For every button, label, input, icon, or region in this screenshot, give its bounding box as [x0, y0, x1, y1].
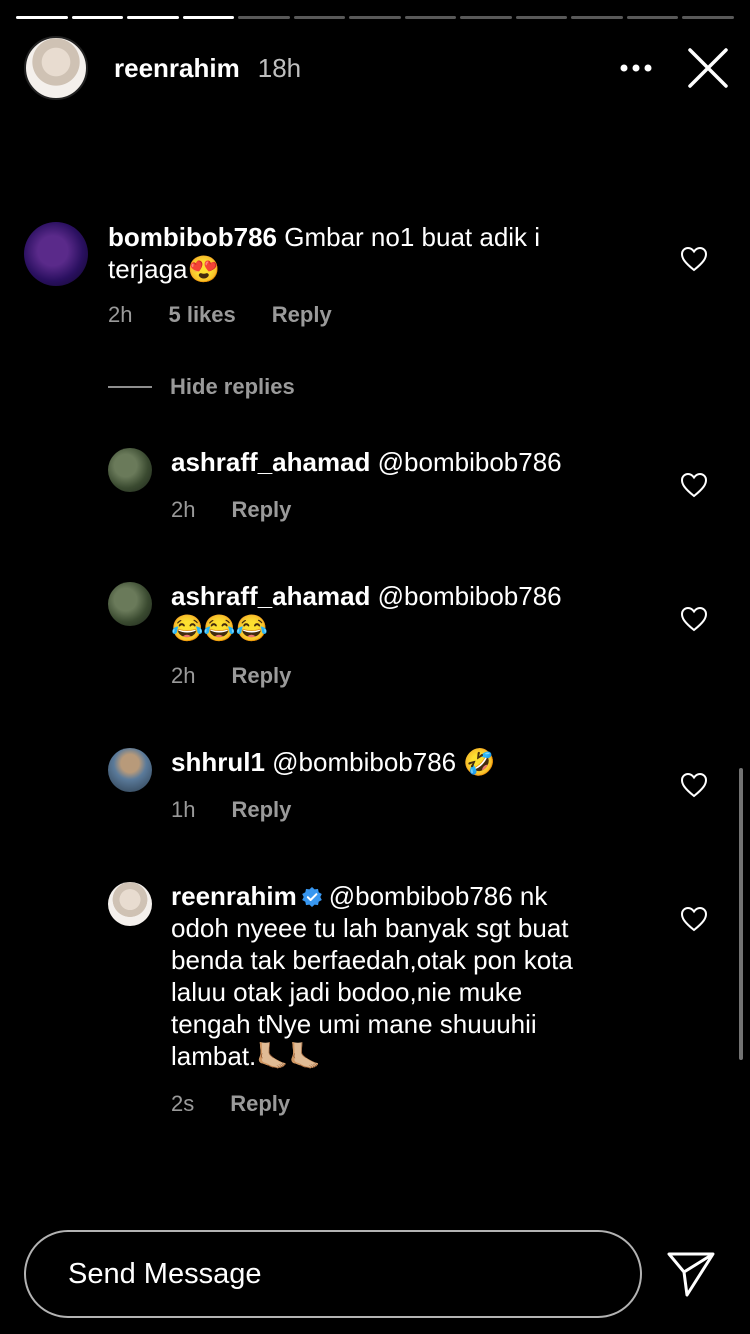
progress-segment	[127, 16, 179, 19]
progress-segment	[515, 16, 568, 19]
reply-text: shhrul1 @bombibob786 🤣	[171, 746, 651, 778]
progress-segment	[682, 16, 734, 19]
progress-segment	[71, 16, 124, 19]
avatar[interactable]	[108, 582, 152, 626]
comment-time: 2h	[108, 302, 133, 327]
heart-outline-icon[interactable]	[680, 772, 708, 798]
reply-body[interactable]: @bombibob786 🤣	[272, 747, 496, 777]
progress-segment	[349, 16, 401, 19]
comment-username[interactable]: bombibob786	[108, 222, 277, 252]
divider-line	[108, 386, 152, 388]
send-icon[interactable]	[666, 1249, 716, 1299]
progress-segment	[293, 16, 346, 19]
reply-button[interactable]: Reply	[231, 497, 291, 523]
story-progress-bar	[16, 16, 734, 20]
reply-body[interactable]: @bombibob786	[378, 447, 562, 477]
reply-time: 2h	[171, 497, 196, 522]
progress-segment	[182, 16, 235, 19]
reply-time: 2s	[171, 1091, 195, 1116]
reply-meta: 2h Reply	[171, 497, 291, 523]
reply-meta: 2s Reply	[171, 1091, 290, 1117]
reply-body-line: lambat.🦶🏼🦶🏼	[171, 1041, 322, 1071]
heart-outline-icon[interactable]	[680, 606, 708, 632]
progress-segment	[238, 16, 290, 19]
progress-segment	[626, 16, 679, 19]
comment-meta: 2h 5 likes Reply	[108, 302, 332, 328]
verified-badge-icon	[301, 887, 322, 907]
heart-outline-icon[interactable]	[680, 906, 708, 932]
reply-username[interactable]: ashraff_ahamad	[171, 447, 370, 477]
reply-text: ashraff_ahamad @bombibob786	[171, 446, 651, 478]
reply-meta: 1h Reply	[171, 797, 291, 823]
comment-body-line: terjaga😍	[108, 254, 220, 284]
story-username[interactable]: reenrahim	[114, 53, 240, 84]
comment-text: bombibob786 Gmbar no1 buat adik i terjag…	[108, 221, 648, 285]
reply-username[interactable]: shhrul1	[171, 747, 265, 777]
send-message-input[interactable]	[24, 1230, 642, 1318]
avatar[interactable]	[108, 448, 152, 492]
reply-time: 2h	[171, 663, 196, 688]
avatar[interactable]	[108, 748, 152, 792]
reply-emoji: 😂😂😂	[171, 613, 269, 643]
story-avatar[interactable]	[24, 36, 88, 100]
reply-username[interactable]: reenrahim	[171, 881, 297, 911]
reply-body[interactable]: @bombibob786 nk	[329, 881, 548, 911]
reply-text: reenrahim @bombibob786 nk odoh nyeee tu l…	[171, 880, 651, 1072]
reply-text: ashraff_ahamad @bombibob786 😂😂😂	[171, 580, 651, 644]
reply-time: 1h	[171, 797, 196, 822]
reply-username[interactable]: ashraff_ahamad	[171, 581, 370, 611]
reply-button[interactable]: Reply	[272, 302, 332, 328]
progress-segment	[460, 16, 512, 19]
reply-body-line: laluu otak jadi bodoo,nie muke	[171, 977, 523, 1007]
heart-outline-icon[interactable]	[680, 246, 708, 272]
reply-meta: 2h Reply	[171, 663, 291, 689]
comment-likes[interactable]: 5 likes	[168, 302, 235, 328]
close-icon[interactable]	[686, 46, 730, 90]
hide-replies-button[interactable]: Hide replies	[108, 374, 295, 400]
scrollbar[interactable]	[739, 768, 743, 1060]
reply-button[interactable]: Reply	[231, 797, 291, 823]
story-header: reenrahim 18h	[24, 36, 730, 100]
progress-segment	[16, 16, 68, 19]
reply-button[interactable]: Reply	[230, 1091, 290, 1117]
avatar[interactable]	[108, 882, 152, 926]
heart-outline-icon[interactable]	[680, 472, 708, 498]
reply-button[interactable]: Reply	[231, 663, 291, 689]
message-bar	[24, 1230, 726, 1318]
progress-segment	[571, 16, 623, 19]
more-horizontal-icon[interactable]	[616, 48, 656, 88]
reply-body[interactable]: @bombibob786	[378, 581, 562, 611]
reply-body-line: benda tak berfaedah,otak pon kota	[171, 945, 573, 975]
reply-body-line: tengah tNye umi mane shuuuhii	[171, 1009, 537, 1039]
hide-replies-label: Hide replies	[170, 374, 295, 399]
reply-body-line: odoh nyeee tu lah banyak sgt buat	[171, 913, 569, 943]
avatar[interactable]	[24, 222, 88, 286]
comment-body: Gmbar no1 buat adik i	[284, 222, 541, 252]
story-time: 18h	[257, 52, 302, 83]
progress-segment	[404, 16, 457, 19]
